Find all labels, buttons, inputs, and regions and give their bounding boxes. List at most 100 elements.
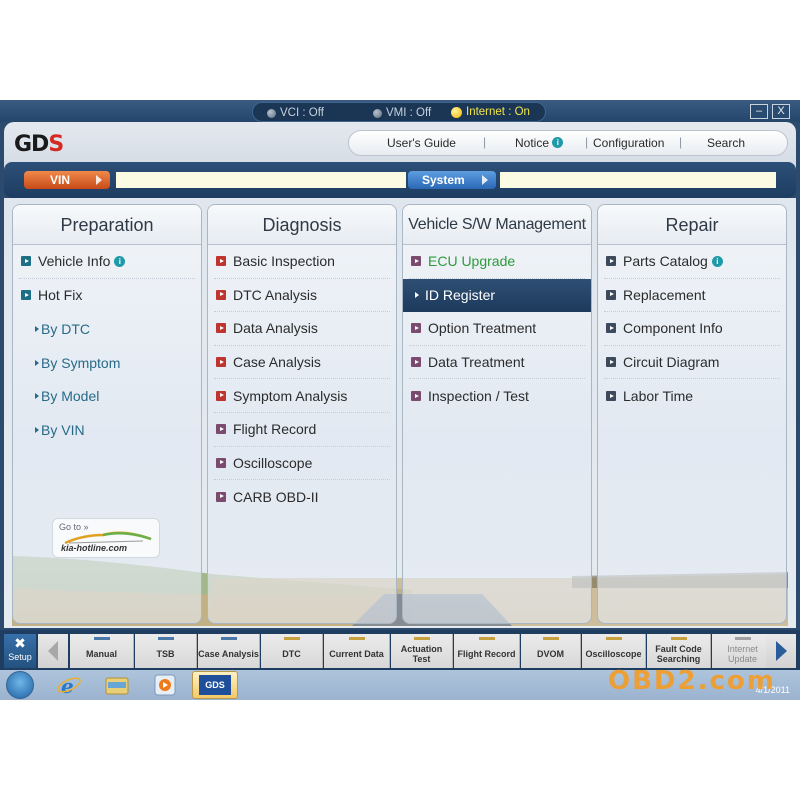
quick-tab-manual[interactable]: Manual	[70, 634, 134, 668]
file-explorer-icon[interactable]	[104, 673, 130, 697]
scroll-right-button[interactable]	[766, 634, 796, 668]
system-button[interactable]: System	[408, 171, 496, 189]
configuration-link[interactable]: Configuration	[593, 136, 664, 150]
menu-item-ecu-upgrade[interactable]: ECU Upgrade	[409, 245, 585, 279]
svg-text:e: e	[61, 674, 74, 697]
tab-label: Flight Record	[457, 649, 516, 659]
panel-title: Repair	[598, 205, 786, 245]
search-link[interactable]: Search	[707, 136, 745, 150]
bullet-icon	[216, 457, 226, 468]
users-guide-link[interactable]: User's Guide	[387, 136, 456, 150]
menu-item-oscilloscope[interactable]: Oscilloscope	[214, 447, 390, 481]
tab-label: Oscilloscope	[585, 649, 642, 659]
kia-hotline-link[interactable]: Go to » kia-hotline.com	[52, 518, 160, 558]
vmi-led-icon	[373, 108, 382, 118]
vmi-status: VMI : Off	[373, 107, 431, 119]
menu-item-parts-catalog[interactable]: Parts Catalog i	[604, 245, 780, 279]
quick-tab-internet-update[interactable]: Internet Update	[712, 634, 774, 668]
internet-explorer-icon[interactable]: e	[56, 673, 82, 697]
tab-indicator-icon	[542, 637, 559, 640]
quick-tab-dtc[interactable]: DTC	[261, 634, 323, 668]
caret-right-icon	[35, 426, 39, 433]
menu-item-symptom-analysis[interactable]: Symptom Analysis	[214, 379, 390, 413]
notice-link[interactable]: Notice i	[515, 136, 564, 150]
nav-divider: |	[679, 135, 683, 149]
arrow-right-icon	[96, 175, 102, 185]
vin-button[interactable]: VIN	[24, 171, 110, 189]
tab-label: Manual	[85, 649, 117, 659]
scroll-left-button[interactable]	[38, 634, 68, 668]
caret-right-icon	[415, 292, 419, 299]
menu-item-dtc-analysis[interactable]: DTC Analysis	[214, 279, 390, 313]
connection-status: VCI : Off VMI : Off Internet : On	[252, 102, 546, 122]
close-button[interactable]: X	[772, 104, 790, 119]
menu-item-carb-obd-ii[interactable]: CARB OBD-II	[214, 480, 390, 514]
menu-item-case-analysis[interactable]: Case Analysis	[214, 346, 390, 380]
bullet-icon	[21, 290, 31, 301]
panel-title: Preparation	[13, 205, 201, 245]
menu-item-labor-time[interactable]: Labor Time	[604, 379, 780, 413]
menu-item-option-treatment[interactable]: Option Treatment	[409, 312, 585, 346]
top-nav: User's Guide | Notice i | Configuration …	[348, 130, 788, 156]
quick-tab-flight-record[interactable]: Flight Record	[454, 634, 520, 668]
menu-item-by-dtc[interactable]: By DTC	[19, 312, 195, 346]
tab-label: Actuation Test	[400, 644, 443, 664]
vci-led-icon	[267, 108, 276, 118]
bullet-icon	[411, 391, 421, 402]
gds-taskbar-button[interactable]: GDS	[192, 671, 238, 699]
quick-tab-fault-code-searching[interactable]: Fault Code Searching	[647, 634, 711, 668]
tab-indicator-icon	[93, 637, 110, 640]
menu-item-hot-fix[interactable]: Hot Fix	[19, 279, 195, 313]
vin-input[interactable]	[116, 172, 406, 188]
start-button[interactable]	[6, 671, 34, 699]
menu-item-circuit-diagram[interactable]: Circuit Diagram	[604, 346, 780, 380]
menu-item-replacement[interactable]: Replacement	[604, 279, 780, 313]
menu-item-by-vin[interactable]: By VIN	[19, 413, 195, 447]
menu-item-basic-inspection[interactable]: Basic Inspection	[214, 245, 390, 279]
tab-label: Current Data	[329, 649, 384, 659]
caret-right-icon	[35, 393, 39, 400]
internet-led-icon	[451, 106, 462, 118]
menu-item-data-treatment[interactable]: Data Treatment	[409, 346, 585, 380]
panel-repair: Repair Parts Catalog i Replacement Compo…	[597, 204, 787, 624]
menu-item-by-symptom[interactable]: By Symptom	[19, 346, 195, 380]
menu-item-flight-record[interactable]: Flight Record	[214, 413, 390, 447]
quick-tab-current-data[interactable]: Current Data	[324, 634, 390, 668]
bullet-icon	[411, 256, 421, 267]
quick-tab-oscilloscope[interactable]: Oscilloscope	[582, 634, 646, 668]
menu-item-id-register[interactable]: ID Register	[403, 278, 591, 313]
gds-window: VCI : Off VMI : Off Internet : On – X GD…	[0, 100, 800, 700]
system-input[interactable]	[500, 172, 776, 188]
tab-label: DTC	[282, 649, 301, 659]
menu-item-vehicle-info[interactable]: Vehicle Info i	[19, 245, 195, 279]
bullet-icon	[606, 323, 616, 334]
panel-diagnosis: Diagnosis Basic Inspection DTC Analysis …	[207, 204, 397, 624]
quick-tab-tsb[interactable]: TSB	[135, 634, 197, 668]
bullet-icon	[606, 391, 616, 402]
quick-tab-actuation-test[interactable]: Actuation Test	[391, 634, 453, 668]
tab-indicator-icon	[348, 637, 365, 640]
tools-icon: ✖	[14, 635, 26, 651]
search-bar: VIN System	[4, 162, 796, 198]
media-player-icon[interactable]	[152, 673, 178, 697]
menu-item-inspection-test[interactable]: Inspection / Test	[409, 379, 585, 413]
watermark: OBD2.com	[608, 666, 776, 696]
bullet-icon	[216, 256, 226, 267]
quick-tab-case-analysis[interactable]: Case Analysis	[198, 634, 260, 668]
arrow-right-icon	[482, 175, 488, 185]
tab-indicator-icon	[605, 637, 622, 640]
gds-logo: GDS	[14, 132, 64, 157]
quick-tab-dvom[interactable]: DVOM	[521, 634, 581, 668]
tab-label: Fault Code Searching	[655, 644, 702, 664]
bullet-icon	[606, 256, 616, 267]
minimize-button[interactable]: –	[750, 104, 768, 119]
menu-item-by-model[interactable]: By Model	[19, 379, 195, 413]
setup-button[interactable]: ✖ Setup	[4, 634, 36, 668]
bullet-icon	[606, 357, 616, 368]
tab-indicator-icon	[157, 637, 174, 640]
panel-title: Diagnosis	[208, 205, 396, 245]
menu-item-component-info[interactable]: Component Info	[604, 312, 780, 346]
tab-label: Internet Update	[727, 644, 758, 664]
menu-item-data-analysis[interactable]: Data Analysis	[214, 312, 390, 346]
bullet-icon	[216, 424, 226, 435]
